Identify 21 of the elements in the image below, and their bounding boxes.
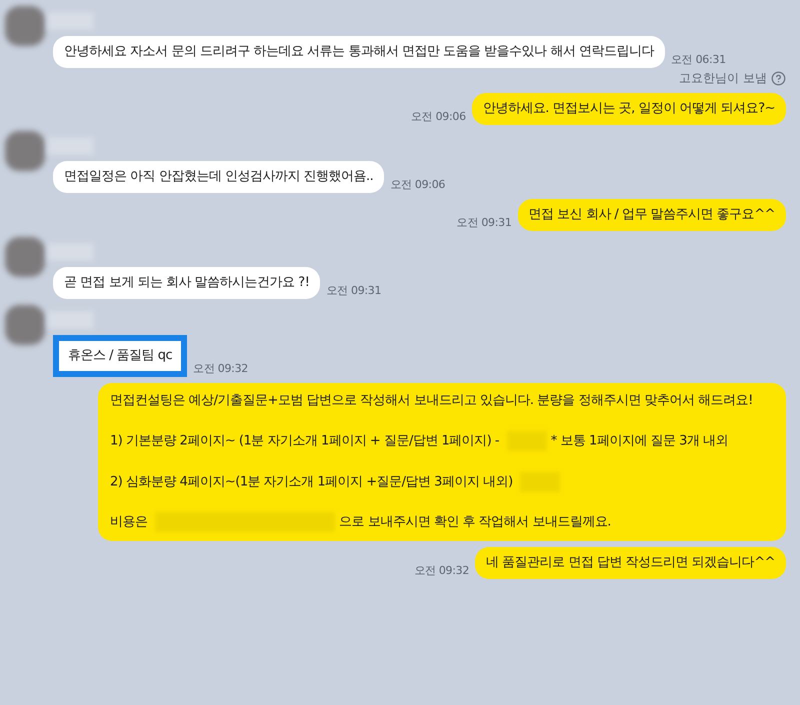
message-time: 오전 06:31 (670, 52, 726, 68)
message-bubble: 안녕하세요 자소서 문의 드리려구 하는데요 서류는 통과해서 면접만 도움을 받을수있나 해서 연락드립니다 (53, 36, 665, 68)
message-bubble: 곧 면접 보게 되는 회사 말씀하시는건가요 ?! (53, 267, 320, 299)
message-bubble: 면접컨설팅은 예상/기출질문+모범 답변으로 작성해서 보내드리고 있습니다. 분량을 정해주시면 맞추어서 해드려요! 1) 기본분량 2페이지~ (1분 자기소개 1페이지 + 질문/답변 1페이지) - * 보통 1페이지에 질문 3개 내외 2) 심화분량 4페이지~(1분 자기소개 1페이지 +질문/답변 3페이지 내외) 비용은 으로 보내주시면 확인 후 작업해서 보내드릴께요. (98, 383, 786, 541)
message-bubble: 안녕하세요. 면접보시는 곳, 일정이 어떻게 되셔요?~ (472, 93, 786, 125)
help-icon[interactable] (771, 71, 786, 86)
sender-note: 고요한님이 보냄 (679, 70, 767, 87)
message-time: 오전 09:06 (390, 177, 446, 193)
message-time: 오전 09:32 (414, 562, 470, 579)
avatar (5, 237, 45, 277)
message-bubble: 네 품질관리로 면접 답변 작성드리면 되겠습니다^^ (475, 546, 786, 579)
message-time: 오전 09:31 (456, 215, 512, 231)
message-time: 오전 09:32 (193, 361, 248, 377)
message-time: 오전 09:06 (410, 109, 466, 125)
avatar (5, 305, 45, 345)
avatar (5, 131, 45, 171)
message-bubble: 면접일정은 아직 안잡혔는데 인성검사까지 진행했어욤.. (53, 161, 384, 193)
avatar (5, 6, 45, 46)
message-time: 오전 09:31 (326, 283, 382, 299)
message-bubble: 휴온스 / 품질팀 qc (59, 341, 182, 371)
message-bubble: 면접 보신 회사 / 업무 말씀주시면 좋구요^^ (518, 199, 786, 231)
